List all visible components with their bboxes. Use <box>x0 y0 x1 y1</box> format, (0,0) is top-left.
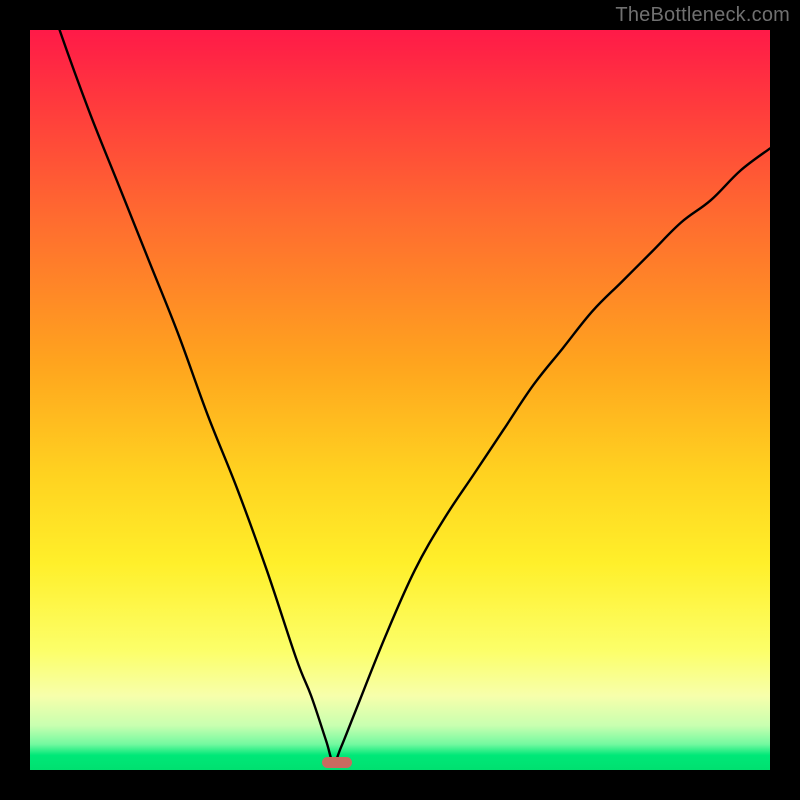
minimum-marker <box>322 757 352 768</box>
watermark-text: TheBottleneck.com <box>615 4 790 27</box>
bottleneck-curve <box>30 30 770 770</box>
chart-frame: TheBottleneck.com <box>0 0 800 800</box>
plot-area <box>30 30 770 770</box>
